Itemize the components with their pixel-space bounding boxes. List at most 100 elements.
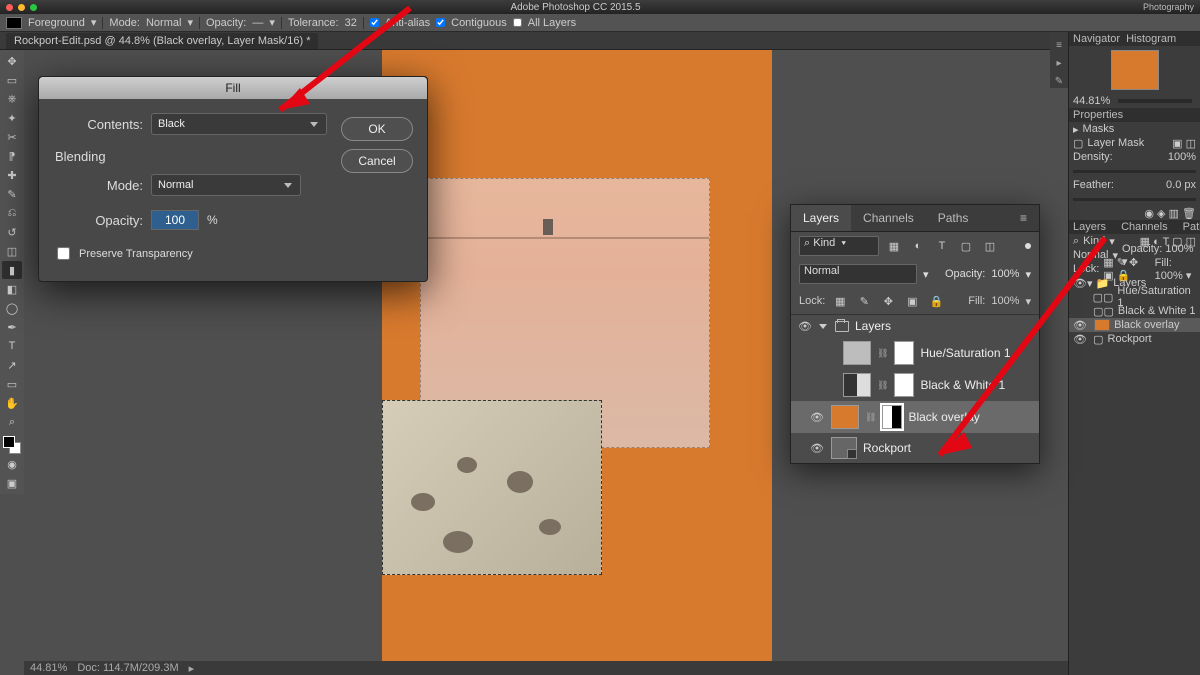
color-swatches[interactable] <box>3 436 21 454</box>
layer-item[interactable]: ⛓ Hue/Saturation 1 <box>791 337 1039 369</box>
disclosure-icon[interactable] <box>819 324 827 329</box>
paths-tab[interactable]: Paths <box>926 205 981 231</box>
visibility-icon[interactable]: 👁 <box>809 442 825 455</box>
navigator-thumb[interactable] <box>1111 50 1159 90</box>
channels-tab[interactable]: Channels <box>851 205 926 231</box>
maximize-window-icon[interactable] <box>30 4 37 11</box>
zoom-tool-icon[interactable]: ⌕ <box>2 413 22 431</box>
layer-item[interactable]: 👁 Rockport <box>791 433 1039 463</box>
screenmode-icon[interactable]: ▣ <box>2 474 22 492</box>
doc-info[interactable]: Doc: 114.7M/209.3M <box>77 662 178 674</box>
folder-icon <box>835 321 849 332</box>
eyedropper-tool-icon[interactable]: ⁋ <box>2 147 22 165</box>
actions-icon[interactable]: ▸ <box>1052 56 1066 70</box>
lock-all-icon[interactable]: 🔒 <box>927 292 945 310</box>
opacity-value[interactable]: — <box>252 17 263 29</box>
stamp-tool-icon[interactable]: ⎌ <box>2 204 22 222</box>
filter-pixel-icon[interactable]: ▦ <box>885 237 903 255</box>
artboard <box>382 50 772 670</box>
move-tool-icon[interactable]: ✥ <box>2 52 22 70</box>
link-icon[interactable]: ⛓ <box>877 380 888 391</box>
all-layers-checkbox[interactable] <box>513 18 522 27</box>
hand-tool-icon[interactable]: ✋ <box>2 394 22 412</box>
layer-group[interactable]: 👁 Layers <box>791 315 1039 337</box>
contents-dropdown[interactable]: Black <box>151 113 327 135</box>
magic-wand-tool-icon[interactable]: ✦ <box>2 109 22 127</box>
layers-panel[interactable]: Layers Channels Paths ≡ ⌕ Kind ▾ ▦ ◐ T ▢… <box>790 204 1040 464</box>
document-tab[interactable]: Rockport-Edit.psd @ 44.8% (Black overlay… <box>6 33 318 49</box>
path-tool-icon[interactable]: ↗ <box>2 356 22 374</box>
layer-item-selected[interactable]: 👁 ⛓ Black overlay <box>791 401 1039 433</box>
type-tool-icon[interactable]: T <box>2 337 22 355</box>
mask-thumb-icon[interactable] <box>882 405 902 429</box>
history-brush-tool-icon[interactable]: ↺ <box>2 223 22 241</box>
healing-tool-icon[interactable]: ✚ <box>2 166 22 184</box>
ok-button[interactable]: OK <box>341 117 413 141</box>
link-icon[interactable]: ⛓ <box>877 348 888 359</box>
antialias-checkbox[interactable] <box>370 18 379 27</box>
panel-menu-icon[interactable]: ≡ <box>1008 205 1039 231</box>
properties-tab[interactable]: Properties <box>1073 109 1123 121</box>
blend-mode-select[interactable]: Normal <box>799 264 917 284</box>
layer-opacity-value[interactable]: 100% <box>991 268 1019 280</box>
minimize-window-icon[interactable] <box>18 4 25 11</box>
properties-kind: Masks <box>1083 123 1115 135</box>
fill-dialog[interactable]: Fill Contents: Black Blending Mode: Norm… <box>38 76 428 282</box>
feather-slider[interactable] <box>1073 198 1196 201</box>
histogram-tab[interactable]: Histogram <box>1126 33 1176 45</box>
lock-position-icon[interactable]: ✥ <box>879 292 897 310</box>
mode-value[interactable]: Normal <box>146 17 181 29</box>
layer-fill-value[interactable]: 100% <box>991 295 1019 307</box>
status-bar: 44.81% Doc: 114.7M/209.3M▸ <box>24 661 1068 675</box>
layer-item[interactable]: ⛓ Black & White 1 <box>791 369 1039 401</box>
filter-adj-icon[interactable]: ◐ <box>909 237 927 255</box>
gradient-tool-icon[interactable]: ◧ <box>2 280 22 298</box>
preserve-transparency-checkbox[interactable]: Preserve Transparency <box>53 244 327 263</box>
filter-type-icon[interactable]: T <box>933 237 951 255</box>
navigator-tab[interactable]: Navigator <box>1073 33 1120 45</box>
lasso-tool-icon[interactable]: ⎈ <box>2 90 22 108</box>
workspace-name[interactable]: Photography <box>1114 2 1194 12</box>
feather-value[interactable]: 0.0 px <box>1166 179 1196 191</box>
filter-smart-icon[interactable]: ◫ <box>981 237 999 255</box>
contiguous-checkbox[interactable] <box>436 18 445 27</box>
cancel-button[interactable]: Cancel <box>341 149 413 173</box>
marquee-tool-icon[interactable]: ▭ <box>2 71 22 89</box>
lock-artboard-icon[interactable]: ▣ <box>903 292 921 310</box>
density-value[interactable]: 100% <box>1168 151 1196 163</box>
layer-kind-select[interactable]: ⌕ Kind ▾ <box>799 236 879 256</box>
history-icon[interactable]: ≡ <box>1052 38 1066 52</box>
brush-tool-icon[interactable]: ✎ <box>2 185 22 203</box>
mask-thumb-icon[interactable] <box>894 373 914 397</box>
lock-position-brush-icon[interactable]: ✎ <box>855 292 873 310</box>
nav-zoom-slider[interactable] <box>1118 99 1192 103</box>
mode-dropdown[interactable]: Normal <box>151 174 301 196</box>
shape-tool-icon[interactable]: ▭ <box>2 375 22 393</box>
visibility-icon[interactable]: 👁 <box>797 320 813 333</box>
pen-tool-icon[interactable]: ✒ <box>2 318 22 336</box>
bucket-tool-icon[interactable]: ▮ <box>2 261 22 279</box>
tolerance-value[interactable]: 32 <box>345 17 357 29</box>
layers-tab[interactable]: Layers <box>791 205 851 231</box>
density-slider[interactable] <box>1073 170 1196 173</box>
dodge-tool-icon[interactable]: ◯ <box>2 299 22 317</box>
eraser-tool-icon[interactable]: ◫ <box>2 242 22 260</box>
opacity-label: Opacity: <box>945 268 985 280</box>
quickmask-icon[interactable]: ◉ <box>2 455 22 473</box>
link-icon[interactable]: ⛓ <box>865 412 876 423</box>
foreground-swatch-icon[interactable] <box>6 17 22 29</box>
solid-color-thumb-icon <box>831 405 859 429</box>
crop-tool-icon[interactable]: ✂ <box>2 128 22 146</box>
filter-shape-icon[interactable]: ▢ <box>957 237 975 255</box>
close-window-icon[interactable] <box>6 4 13 11</box>
filter-toggle-icon[interactable] <box>1025 243 1031 249</box>
nav-zoom[interactable]: 44.81% <box>1073 95 1110 107</box>
brushes-icon[interactable]: ✎ <box>1052 74 1066 88</box>
mini-layers-tab[interactable]: Layers <box>1073 221 1106 233</box>
photo-bottom-selection <box>382 400 602 575</box>
opacity-input[interactable] <box>151 210 199 230</box>
mask-thumb-icon[interactable] <box>894 341 914 365</box>
lock-pixels-icon[interactable]: ▦ <box>831 292 849 310</box>
zoom-level[interactable]: 44.81% <box>30 662 67 674</box>
visibility-icon[interactable]: 👁 <box>809 411 825 424</box>
